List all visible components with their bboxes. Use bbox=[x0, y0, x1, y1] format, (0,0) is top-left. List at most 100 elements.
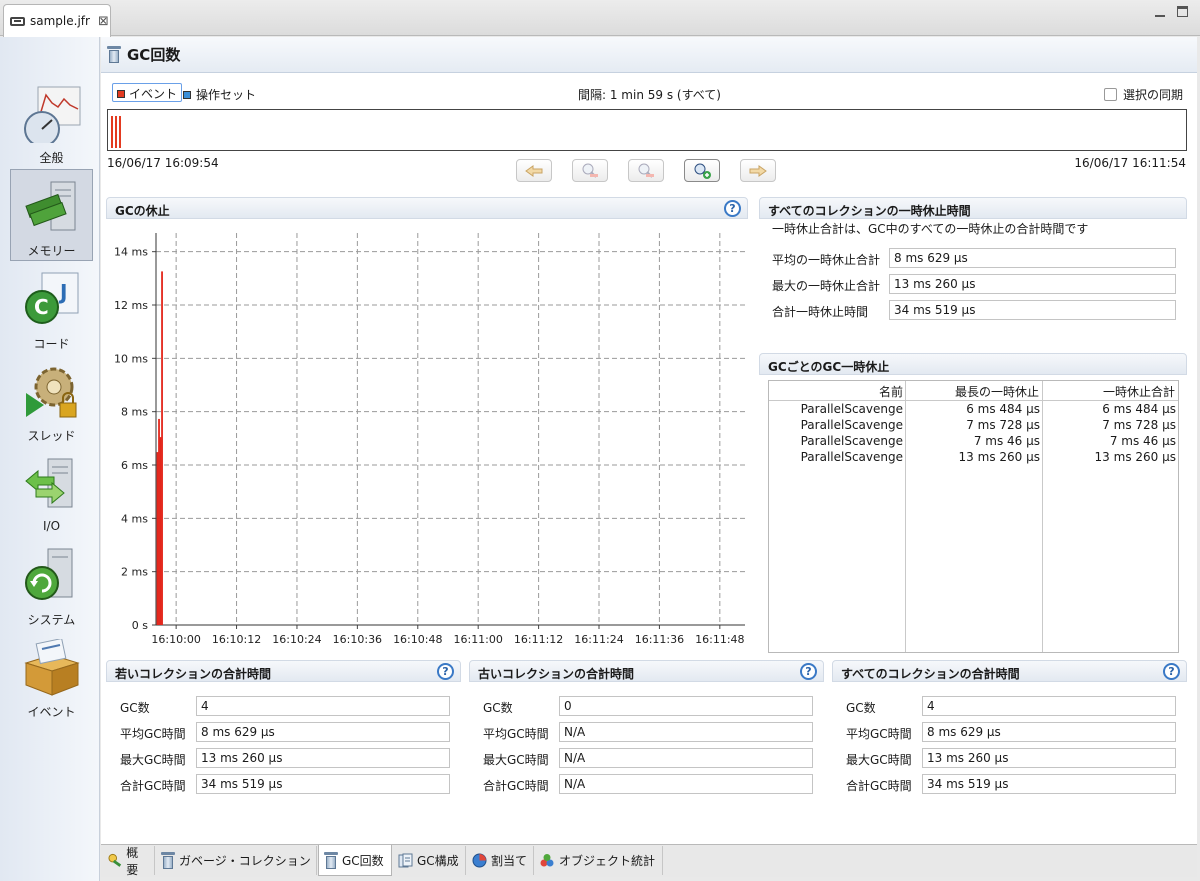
x-tick-label: 16:11:48 bbox=[695, 633, 744, 646]
sync-selection-checkbox[interactable]: 選択の同期 bbox=[1103, 86, 1183, 103]
memory-server-icon bbox=[25, 181, 76, 231]
nav-item-code[interactable]: J C コード bbox=[10, 263, 93, 355]
checkbox-box[interactable] bbox=[1103, 88, 1117, 101]
tab-garbage-collection[interactable]: ガベージ・コレクション bbox=[156, 846, 317, 875]
plot-area[interactable] bbox=[156, 233, 745, 625]
total-pause-label: 合計一時休止時間 bbox=[772, 305, 869, 319]
io-server-arrows-icon bbox=[25, 458, 73, 508]
per-gc-table[interactable]: 名前 最長の一時休止 一時休止合計 ParallelScavenge 6 ms … bbox=[768, 380, 1179, 653]
timeline-range-bar[interactable] bbox=[107, 109, 1187, 151]
all-pause-description: 一時休止合計は、GC中のすべての一時休止の合計時間です bbox=[772, 222, 1089, 236]
allocation-pie-icon bbox=[472, 853, 487, 868]
table-cell[interactable]: 13 ms 260 μs bbox=[906, 450, 1040, 466]
y-tick-label: 14 ms bbox=[114, 246, 148, 259]
nav-item-threads[interactable]: スレッド bbox=[10, 355, 93, 447]
arrow-right-icon bbox=[749, 164, 767, 177]
max-gc-time-field[interactable]: 13 ms 260 μs bbox=[922, 748, 1176, 768]
max-gc-time-field[interactable]: N/A bbox=[559, 748, 813, 768]
minimize-icon[interactable] bbox=[1155, 14, 1165, 17]
table-cell[interactable]: ParallelScavenge bbox=[769, 402, 903, 418]
zoom-out-button[interactable] bbox=[572, 159, 608, 182]
gc-trash-icon bbox=[107, 46, 121, 63]
nav-item-label: スレッド bbox=[27, 429, 76, 443]
tab-label: GC回数 bbox=[342, 853, 384, 868]
table-cell[interactable]: 7 ms 728 μs bbox=[906, 418, 1040, 434]
total-gc-time-field[interactable]: N/A bbox=[559, 774, 813, 794]
gc-count-field[interactable]: 4 bbox=[922, 696, 1176, 716]
y-tick-label: 2 ms bbox=[121, 566, 148, 579]
table-cell[interactable]: 7 ms 46 μs bbox=[1043, 434, 1176, 450]
zoom-reset-button[interactable] bbox=[628, 159, 664, 182]
gc-count-field[interactable]: 4 bbox=[196, 696, 450, 716]
all-collection-panel-title: すべてのコレクションの合計時間 bbox=[841, 667, 1020, 681]
avg-gc-time-field[interactable]: N/A bbox=[559, 722, 813, 742]
max-pause-field[interactable]: 13 ms 260 μs bbox=[889, 274, 1176, 294]
avg-gc-time-field[interactable]: 8 ms 629 μs bbox=[922, 722, 1176, 742]
total-pause-field[interactable]: 34 ms 519 μs bbox=[889, 300, 1176, 320]
event-box-icon bbox=[24, 639, 80, 696]
y-tick-label: 10 ms bbox=[114, 352, 148, 365]
table-cell[interactable]: 6 ms 484 μs bbox=[906, 402, 1040, 418]
all-pause-panel-title: すべてのコレクションの一時休止時間 bbox=[768, 204, 971, 218]
total-gc-time-field[interactable]: 34 ms 519 μs bbox=[196, 774, 450, 794]
tab-object-statistics[interactable]: オブジェクト統計 bbox=[535, 846, 663, 875]
tab-gc-configuration[interactable]: GC構成 bbox=[393, 846, 466, 875]
scroll-left-button[interactable] bbox=[516, 159, 552, 182]
table-cell[interactable]: 7 ms 728 μs bbox=[1043, 418, 1176, 434]
legend-operation-set[interactable]: 操作セット bbox=[183, 86, 256, 103]
nav-item-label: システム bbox=[27, 613, 76, 627]
tab-overview[interactable]: 概要 bbox=[103, 846, 155, 877]
legend-event[interactable]: イベント bbox=[112, 83, 183, 102]
total-gc-time-field[interactable]: 34 ms 519 μs bbox=[922, 774, 1176, 794]
tab-label: ガベージ・コレクション bbox=[179, 854, 311, 868]
arrow-left-icon bbox=[525, 164, 543, 177]
table-cell[interactable]: 7 ms 46 μs bbox=[906, 434, 1040, 450]
max-gc-time-field[interactable]: 13 ms 260 μs bbox=[196, 748, 450, 768]
column-header-total-pause[interactable]: 一時休止合計 bbox=[1043, 383, 1175, 400]
table-cell[interactable]: 13 ms 260 μs bbox=[1043, 450, 1176, 466]
timeline-end-time: 16/06/17 16:11:54 bbox=[1074, 156, 1186, 170]
svg-text:J: J bbox=[58, 280, 67, 304]
table-cell[interactable]: 6 ms 484 μs bbox=[1043, 402, 1176, 418]
gc-pause-chart[interactable]: 0 s 2 ms 4 ms 6 ms 8 ms 10 ms 12 ms 14 ms 16:10:… bbox=[105, 219, 749, 653]
nav-item-general[interactable]: 全般 bbox=[10, 77, 93, 169]
tab-gc-times[interactable]: GC回数 bbox=[318, 845, 392, 876]
interval-text: 間隔: 1 min 59 s (すべて) bbox=[578, 88, 721, 102]
nav-item-io[interactable]: I/O bbox=[10, 447, 93, 539]
x-tick-label: 16:10:24 bbox=[272, 633, 321, 646]
nav-item-system[interactable]: システム bbox=[10, 539, 93, 631]
table-cell[interactable]: ParallelScavenge bbox=[769, 450, 903, 466]
scroll-right-button[interactable] bbox=[740, 159, 776, 182]
tab-label: 割当て bbox=[491, 854, 528, 868]
help-icon[interactable]: ? bbox=[1163, 663, 1180, 680]
gc-count-field[interactable]: 0 bbox=[559, 696, 813, 716]
y-tick-label: 6 ms bbox=[121, 459, 148, 472]
per-gc-panel-title: GCごとのGC一時休止 bbox=[768, 360, 890, 374]
tab-allocation[interactable]: 割当て bbox=[467, 846, 534, 875]
max-gc-time-label: 最大GC時間 bbox=[120, 753, 186, 767]
nav-item-events[interactable]: イベント bbox=[10, 631, 93, 723]
timeline-navigation-buttons bbox=[516, 159, 776, 182]
nav-item-label: コード bbox=[33, 337, 70, 351]
zoom-in-button[interactable] bbox=[684, 159, 720, 182]
avg-gc-time-field[interactable]: 8 ms 629 μs bbox=[196, 722, 450, 742]
editor-tab-sample-jfr[interactable]: sample.jfr ⊠ bbox=[3, 4, 111, 37]
column-header-longest-pause[interactable]: 最長の一時休止 bbox=[906, 383, 1039, 400]
avg-pause-field[interactable]: 8 ms 629 μs bbox=[889, 248, 1176, 268]
timeline-event-mark bbox=[111, 116, 113, 148]
help-icon[interactable]: ? bbox=[724, 200, 741, 217]
nav-item-memory[interactable]: メモリー bbox=[10, 169, 93, 261]
help-icon[interactable]: ? bbox=[800, 663, 817, 680]
tab-label: オブジェクト統計 bbox=[559, 854, 656, 868]
legend-event-label: イベント bbox=[129, 87, 178, 101]
maximize-icon[interactable] bbox=[1177, 6, 1188, 17]
help-icon[interactable]: ? bbox=[437, 663, 454, 680]
system-refresh-icon bbox=[25, 548, 73, 600]
gc-pause-panel-header: GCの休止 ? bbox=[106, 197, 748, 219]
table-cell[interactable]: ParallelScavenge bbox=[769, 434, 903, 450]
close-tab-icon[interactable]: ⊠ bbox=[98, 14, 109, 29]
gc-pause-bar[interactable] bbox=[161, 271, 163, 625]
table-cell[interactable]: ParallelScavenge bbox=[769, 418, 903, 434]
x-tick-label: 16:10:12 bbox=[212, 633, 261, 646]
column-header-name[interactable]: 名前 bbox=[769, 383, 903, 400]
